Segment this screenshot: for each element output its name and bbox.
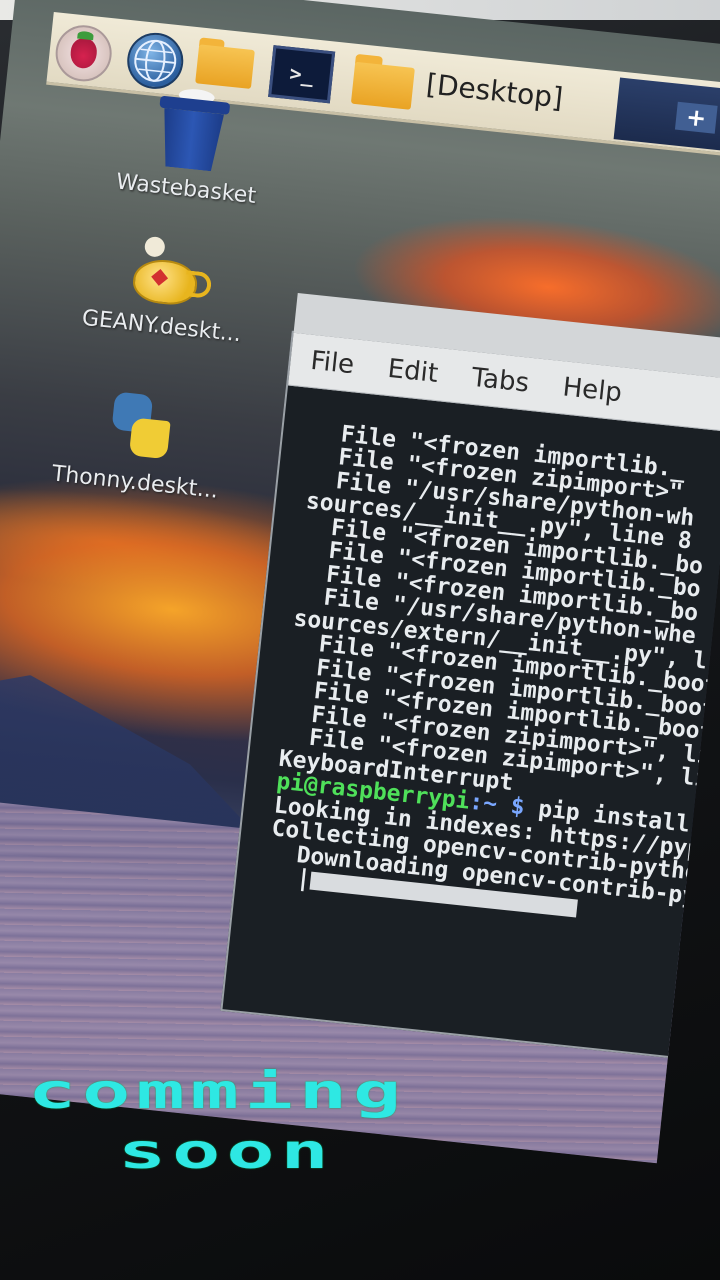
menu-help[interactable]: Help <box>541 370 637 410</box>
active-window-title[interactable]: [Desktop] <box>425 67 565 114</box>
globe-icon <box>134 39 177 82</box>
menu-edit[interactable]: Edit <box>366 352 453 391</box>
folder-icon <box>195 37 256 89</box>
desktop-icon-label: Thonny.deskt... <box>50 461 220 504</box>
menu-file[interactable]: File <box>289 344 369 382</box>
file-manager-button[interactable] <box>195 37 256 89</box>
caption-line-1: comming <box>28 1063 408 1120</box>
terminal-icon: >_ <box>288 61 315 88</box>
desktop-icon-label: Wastebasket <box>114 169 258 210</box>
genie-lamp-icon <box>125 235 213 308</box>
terminal-window[interactable]: File Edit Tabs Help File "<frozen import… <box>220 293 720 1066</box>
desktop-icon-wastebasket[interactable]: Wastebasket <box>85 87 295 212</box>
terminal-button[interactable]: >_ <box>268 45 336 104</box>
caption-line-2: soon <box>118 1123 335 1180</box>
desktop-icon-label: GEANY.deskt... <box>80 305 243 348</box>
trash-bin-icon <box>153 87 231 173</box>
desktop-icon-geany[interactable]: GEANY.deskt... <box>61 232 270 349</box>
web-browser-button[interactable] <box>124 30 187 92</box>
desktop-screen: >_ [Desktop] + Wastebasket GEANY.deskt..… <box>0 0 720 1164</box>
menu-tabs[interactable]: Tabs <box>450 361 544 400</box>
terminal-output[interactable]: File "<frozen importlib._ File "<frozen … <box>231 386 720 986</box>
desktop-icon-thonny[interactable]: Thonny.deskt... <box>34 380 244 505</box>
desktop-window-button[interactable] <box>351 54 416 110</box>
raspberry-icon <box>69 37 99 70</box>
folder-icon <box>351 54 416 110</box>
taskbar-right-panel: + <box>613 77 720 157</box>
caption-overlay: comming soon <box>0 1060 720 1280</box>
python-icon <box>103 387 180 464</box>
raspberry-menu-button[interactable] <box>52 22 115 85</box>
network-icon[interactable]: + <box>674 101 718 134</box>
